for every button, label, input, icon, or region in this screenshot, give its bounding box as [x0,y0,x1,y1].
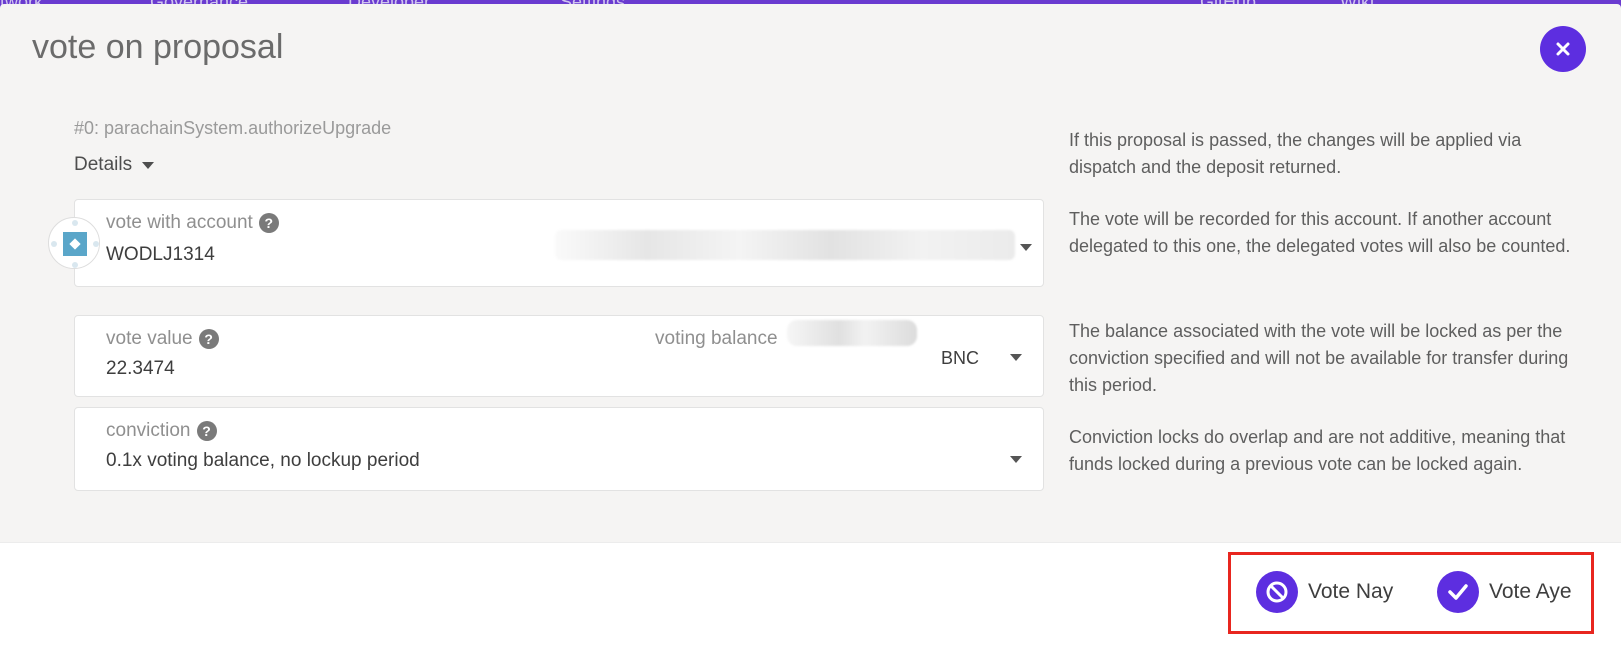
account-identicon [48,217,100,269]
help-icon[interactable]: ? [198,329,219,349]
account-selector[interactable]: vote with account ? WODLJ1314 [74,199,1044,287]
details-label: Details [74,154,133,175]
blurred-address [555,230,1015,260]
account-name: WODLJ1314 [106,244,215,265]
conviction-value: 0.1x voting balance, no lockup period [106,450,420,471]
conviction-dropdown[interactable]: conviction ? 0.1x voting balance, no loc… [74,407,1044,491]
vote-nay-label: Vote Nay [1308,580,1394,603]
close-button[interactable] [1540,26,1586,72]
vote-value-input[interactable]: vote value ? voting balance 22.3474 BNC [74,315,1044,397]
value-help-text: The balance associated with the vote wil… [1069,321,1569,395]
modal-title: vote on proposal [32,28,284,66]
chevron-down-icon[interactable] [1010,456,1022,463]
account-label: vote with account [106,212,253,233]
account-help-text: The vote will be recorded for this accou… [1069,209,1571,256]
help-icon[interactable]: ? [196,421,217,441]
chevron-down-icon[interactable] [1010,354,1022,361]
conviction-help-text: Conviction locks do overlap and are not … [1069,427,1566,474]
chevron-down-icon [142,161,155,169]
vote-value-amount[interactable]: 22.3474 [106,358,175,380]
unit-selector[interactable]: BNC [941,348,979,369]
conviction-label: conviction [106,420,191,441]
chevron-down-icon[interactable] [1020,244,1032,251]
blurred-balance [787,320,917,346]
proposal-call: #0: parachainSystem.authorizeUpgrade [74,118,392,138]
vote-value-label: vote value [106,328,193,349]
vote-aye-button[interactable]: Vote Aye [1437,571,1572,613]
details-toggle[interactable]: Details [74,154,155,176]
check-icon [1448,584,1468,600]
help-icon[interactable]: ? [258,213,279,233]
vote-aye-label: Vote Aye [1489,580,1572,603]
proposal-help-text: If this proposal is passed, the changes … [1069,130,1522,177]
vote-nay-button[interactable]: Vote Nay [1256,571,1393,613]
ban-icon [1266,581,1288,603]
voting-balance-label: voting balance [655,328,778,349]
close-icon [1556,42,1570,56]
